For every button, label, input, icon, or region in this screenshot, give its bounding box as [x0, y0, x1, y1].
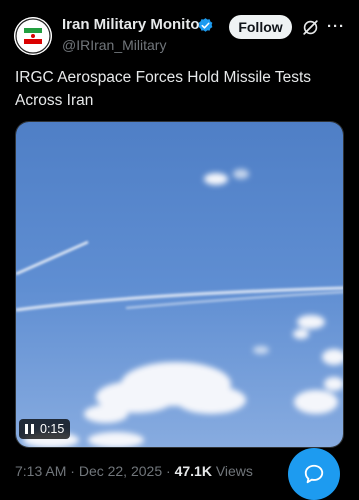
- compose-reply-icon: [304, 464, 324, 484]
- author-name[interactable]: Iran Military Monitor: [62, 16, 205, 33]
- iran-flag-emblem-icon: [14, 17, 52, 55]
- verified-badge-icon: [198, 18, 213, 32]
- compose-reply-button[interactable]: [288, 448, 340, 500]
- author-handle[interactable]: @IRIran_Military: [62, 37, 166, 53]
- grok-icon[interactable]: [301, 18, 320, 37]
- views-label: Views: [215, 463, 253, 479]
- avatar[interactable]: [14, 17, 52, 55]
- video-timer[interactable]: 0:15: [19, 419, 71, 439]
- meta-separator: ·: [66, 463, 79, 479]
- post-meta: 7:13 AM · Dec 22, 2025 · 47.1K Views: [15, 463, 253, 479]
- pause-icon[interactable]: [25, 424, 34, 434]
- post-date[interactable]: Dec 22, 2025: [79, 463, 162, 479]
- meta-separator: ·: [162, 463, 175, 479]
- views-count: 47.1K: [174, 463, 212, 479]
- video-time: 0:15: [40, 422, 65, 436]
- video-frame-sky: [16, 122, 343, 447]
- follow-button[interactable]: Follow: [229, 15, 292, 39]
- more-icon[interactable]: ···: [326, 17, 346, 37]
- video-player[interactable]: [15, 121, 344, 448]
- post-time[interactable]: 7:13 AM: [15, 463, 66, 479]
- post-text: IRGC Aerospace Forces Hold Missile Tests…: [15, 69, 312, 109]
